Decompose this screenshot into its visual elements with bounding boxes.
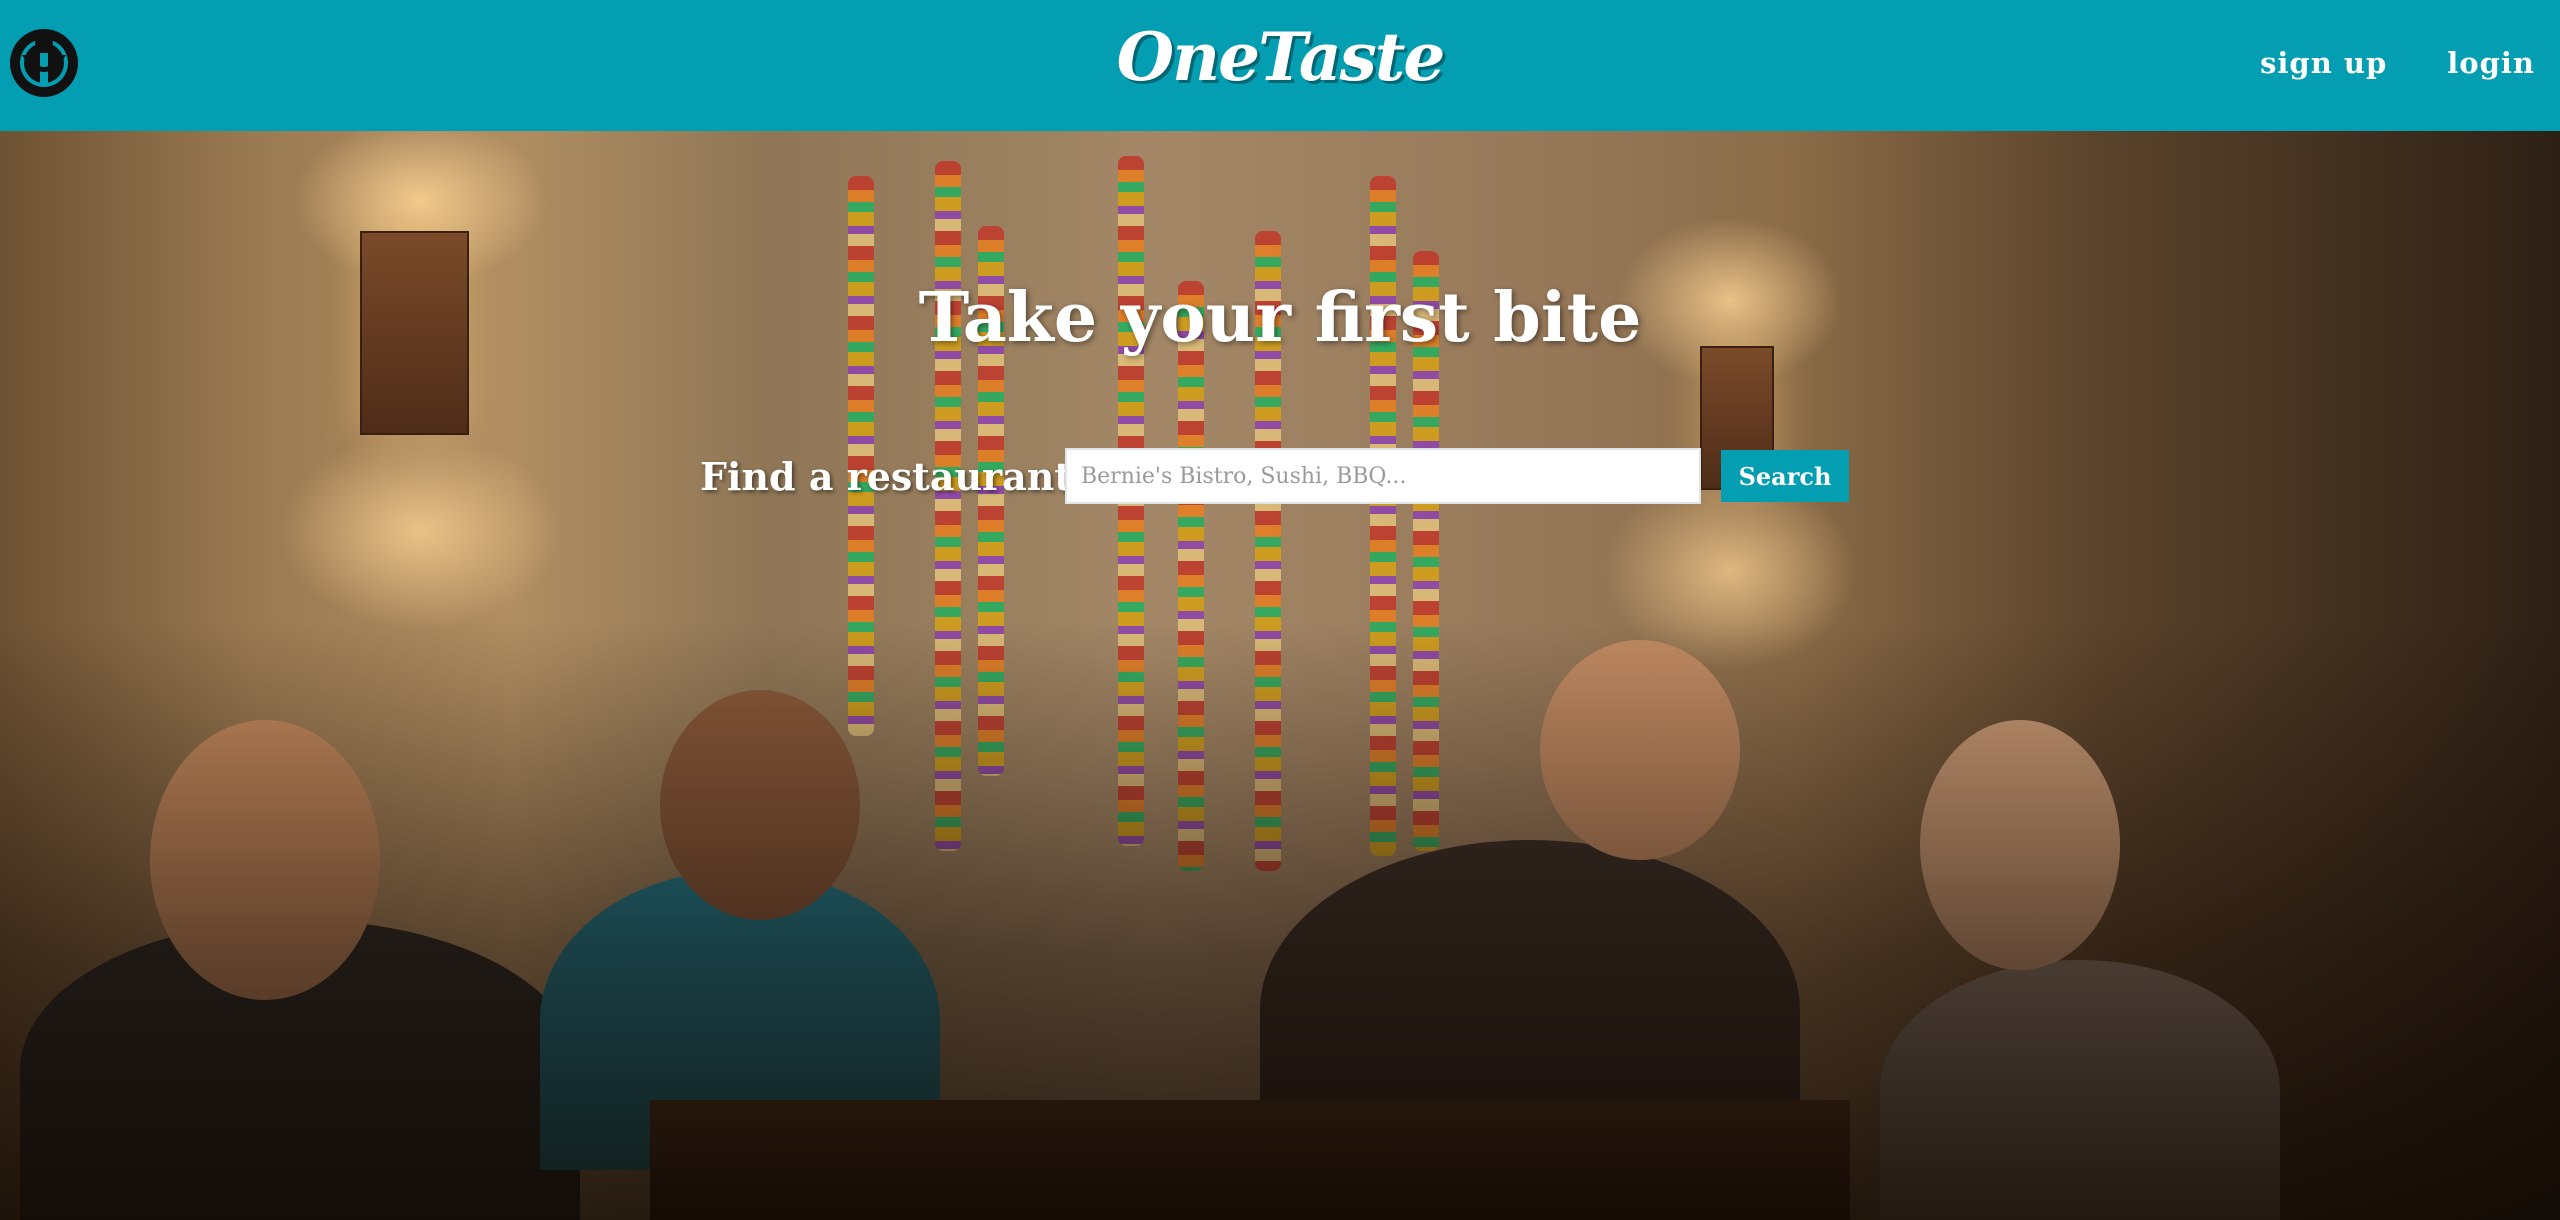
- search-label: Find a restaurant:: [700, 453, 1086, 499]
- restaurant-search-input[interactable]: [1065, 448, 1701, 504]
- brand-logo-text[interactable]: OneTaste: [1117, 18, 1446, 96]
- wikimedia-logo-icon[interactable]: [8, 27, 80, 99]
- login-link[interactable]: login: [2447, 46, 2535, 80]
- brand-title: OneTaste: [0, 18, 2560, 96]
- page: OneTaste sign up login Take your first b…: [0, 0, 2560, 1220]
- restaurant-search-form: Find a restaurant: Search: [700, 448, 1849, 504]
- sign-up-link[interactable]: sign up: [2260, 46, 2387, 80]
- hero-title: Take your first bite: [918, 278, 1642, 358]
- nav-links: sign up login: [2260, 46, 2535, 80]
- top-navbar: OneTaste sign up login: [0, 0, 2560, 131]
- search-button[interactable]: Search: [1721, 450, 1849, 502]
